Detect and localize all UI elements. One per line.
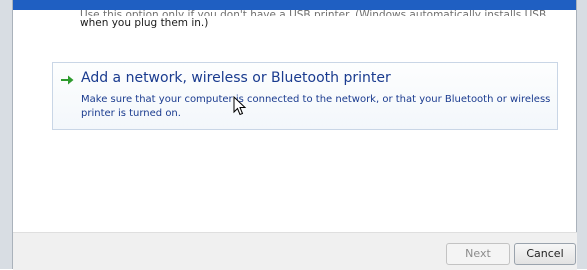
local-printer-option-description: Use this option only if you don't have a… xyxy=(80,8,560,31)
green-arrow-icon xyxy=(61,75,74,85)
local-printer-description-line2: when you plug them in.) xyxy=(80,17,209,29)
window-frame-left xyxy=(0,0,13,269)
add-network-printer-option[interactable]: Add a network, wireless or Bluetooth pri… xyxy=(52,62,558,130)
add-network-printer-description: Make sure that your computer is connecte… xyxy=(81,93,551,121)
add-network-printer-description-line1: Make sure that your computer is connecte… xyxy=(81,94,551,105)
next-button[interactable]: Next xyxy=(446,243,510,265)
add-network-printer-title: Add a network, wireless or Bluetooth pri… xyxy=(81,70,391,86)
add-printer-wizard: Use this option only if you don't have a… xyxy=(0,0,587,270)
local-printer-description-line1: Use this option only if you don't have a… xyxy=(80,9,547,16)
window-frame-right xyxy=(576,0,587,269)
cancel-button[interactable]: Cancel xyxy=(514,243,576,265)
wizard-footer: Next Cancel xyxy=(13,232,577,270)
add-network-printer-description-line2: printer is turned on. xyxy=(81,108,181,119)
mouse-cursor-icon xyxy=(233,96,247,116)
